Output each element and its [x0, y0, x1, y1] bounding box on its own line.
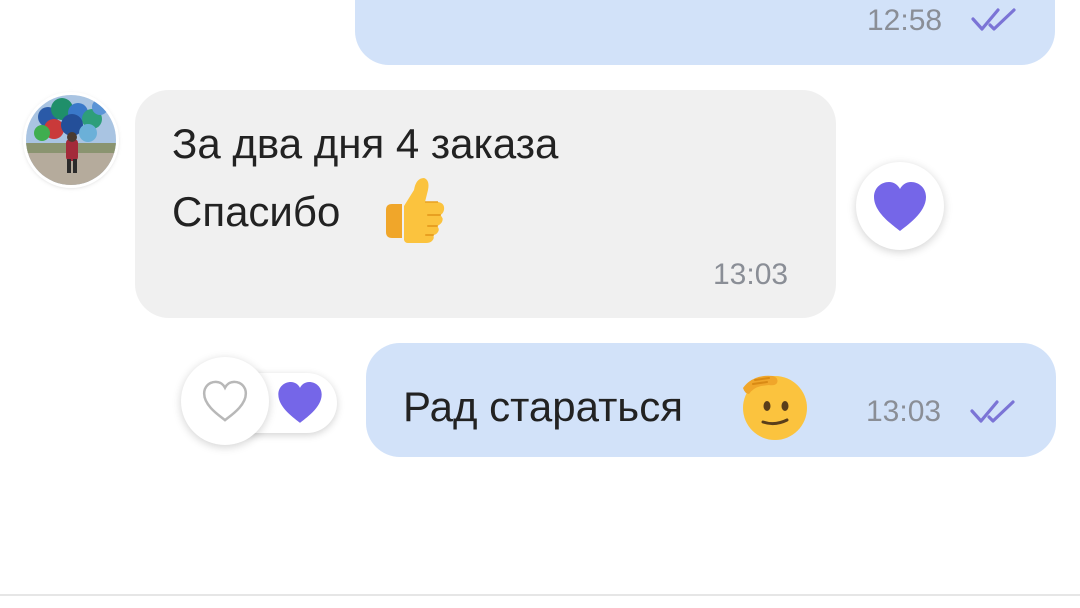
avatar-balloons-image	[26, 95, 116, 185]
like-controls	[181, 357, 341, 447]
message-time: 13:03	[866, 395, 942, 428]
outgoing-message-bubble[interactable]: 12:58	[355, 0, 1055, 65]
double-check-icon	[970, 400, 1015, 423]
thumbs-up-emoji	[386, 178, 445, 243]
avatar[interactable]	[26, 95, 116, 185]
outgoing-message-bubble[interactable]: Рад стараться 13:03	[366, 343, 1056, 457]
incoming-message-bubble[interactable]: За два дня 4 заказа Спасибо 13:03	[135, 90, 836, 318]
message-time: 12:58	[867, 4, 943, 37]
heart-outline-icon	[202, 380, 248, 422]
chat-view: 12:58 За два дня 4 заказа Спасибо 13:03 …	[0, 0, 1080, 608]
heart-icon	[874, 182, 926, 231]
like-button[interactable]	[181, 357, 269, 445]
message-text-line1: За два дня 4 заказа	[172, 120, 559, 167]
heart-icon	[278, 382, 322, 423]
message-time: 13:03	[713, 258, 789, 291]
reaction-heart-button[interactable]	[856, 162, 944, 250]
message-text-line2: Спасибо	[172, 188, 341, 235]
divider	[0, 594, 1080, 596]
double-check-icon	[971, 8, 1016, 31]
saluting-face-emoji	[743, 375, 807, 440]
message-text: Рад стараться	[403, 383, 683, 430]
